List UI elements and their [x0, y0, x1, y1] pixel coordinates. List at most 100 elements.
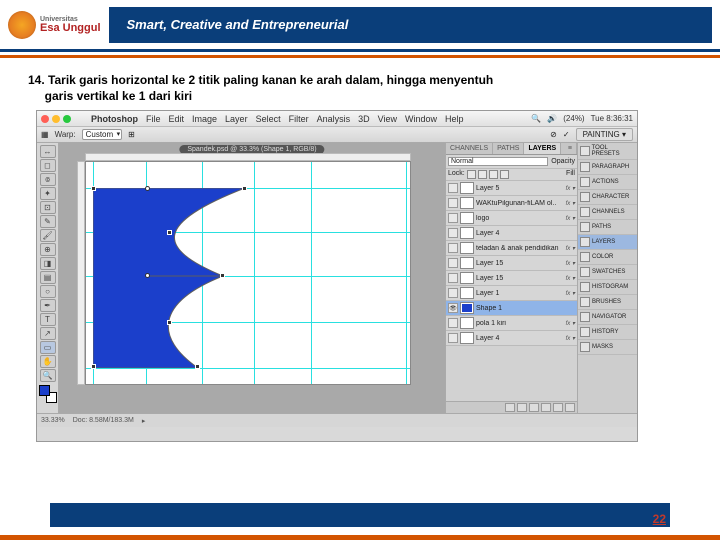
window-controls[interactable]	[41, 115, 71, 123]
layer-row[interactable]: Layer 1fx ▾	[446, 286, 577, 301]
layer-thumb[interactable]	[460, 332, 474, 344]
layer-row[interactable]: Layer 15fx ▾	[446, 256, 577, 271]
zoom-level[interactable]: 33.33%	[41, 417, 65, 424]
fx-badge[interactable]: fx ▾	[566, 320, 575, 327]
gradient-tool[interactable]: ▤	[40, 271, 56, 284]
layers-list[interactable]: Layer 5fx ▾WAKtuPilgunan-fiLAM ol..fx ▾l…	[446, 181, 577, 401]
fx-badge[interactable]: fx ▾	[566, 290, 575, 297]
anchor-point[interactable]	[242, 186, 247, 191]
layer-thumb[interactable]	[460, 197, 474, 209]
fg-color-swatch[interactable]	[39, 385, 50, 396]
ruler-horizontal[interactable]	[85, 153, 411, 161]
menu-window[interactable]: Window	[405, 114, 437, 124]
layer-row[interactable]: logofx ▾	[446, 211, 577, 226]
layer-row[interactable]: pola 1 kirifx ▾	[446, 316, 577, 331]
move-tool[interactable]: ↔	[40, 145, 56, 158]
layer-name[interactable]: Layer 1	[476, 290, 564, 297]
strip-channels[interactable]: CHANNELS	[578, 205, 637, 220]
minimize-icon[interactable]	[52, 115, 60, 123]
menu-photoshop[interactable]: Photoshop	[91, 114, 138, 124]
warp-select[interactable]: Custom	[82, 129, 123, 140]
layer-name[interactable]: pola 1 kiri	[476, 320, 564, 327]
visibility-icon[interactable]	[448, 183, 458, 193]
layer-row[interactable]: Layer 4	[446, 226, 577, 241]
layer-fx-icon[interactable]	[517, 403, 527, 412]
layer-thumb[interactable]	[460, 287, 474, 299]
layer-name[interactable]: Layer 15	[476, 275, 564, 282]
spotlight-icon[interactable]: 🔍	[531, 114, 541, 123]
stamp-tool[interactable]: ⊕	[40, 243, 56, 256]
menu-view[interactable]: View	[378, 114, 397, 124]
anchor-point[interactable]	[220, 273, 225, 278]
brush-tool[interactable]: 🖌	[40, 229, 56, 242]
link-layers-icon[interactable]	[505, 403, 515, 412]
ruler-vertical[interactable]	[77, 161, 85, 385]
tab-layers[interactable]: LAYERS	[524, 143, 561, 154]
menu-filter[interactable]: Filter	[289, 114, 309, 124]
color-swatches[interactable]	[39, 385, 57, 403]
lock-transparent-icon[interactable]	[467, 170, 476, 179]
layer-row[interactable]: Layer 15fx ▾	[446, 271, 577, 286]
strip-paths[interactable]: PATHS	[578, 220, 637, 235]
visibility-icon[interactable]	[448, 273, 458, 283]
layer-row[interactable]: Layer 5fx ▾	[446, 181, 577, 196]
volume-icon[interactable]: 🔊	[547, 114, 557, 123]
zoom-icon[interactable]	[63, 115, 71, 123]
menu-image[interactable]: Image	[192, 114, 217, 124]
warp-cancel-icon[interactable]: ⊘	[550, 130, 557, 139]
shape-tool[interactable]: ▭	[40, 341, 56, 354]
fx-badge[interactable]: fx ▾	[566, 335, 575, 342]
crop-tool[interactable]: ⊡	[40, 201, 56, 214]
visibility-icon[interactable]	[448, 258, 458, 268]
visibility-icon[interactable]	[448, 333, 458, 343]
strip-histogram[interactable]: HISTOGRAM	[578, 280, 637, 295]
marquee-tool[interactable]: ◻	[40, 159, 56, 172]
blur-tool[interactable]: ○	[40, 285, 56, 298]
strip-actions[interactable]: ACTIONS	[578, 175, 637, 190]
visibility-icon[interactable]: 👁	[448, 303, 458, 313]
blend-mode-select[interactable]: Normal	[448, 157, 548, 166]
layer-name[interactable]: Shape 1	[476, 305, 575, 312]
strip-brushes[interactable]: BRUSHES	[578, 295, 637, 310]
new-group-icon[interactable]	[541, 403, 551, 412]
layer-mask-icon[interactable]	[529, 403, 539, 412]
strip-tool-presets[interactable]: TOOL PRESETS	[578, 143, 637, 160]
strip-paragraph[interactable]: PARAGRAPH	[578, 160, 637, 175]
zoom-tool[interactable]: 🔍	[40, 369, 56, 382]
status-arrow-icon[interactable]: ▸	[142, 417, 146, 425]
eyedropper-tool[interactable]: ✎	[40, 215, 56, 228]
menu-select[interactable]: Select	[256, 114, 281, 124]
layer-name[interactable]: teladan & anak pendidikan	[476, 245, 564, 252]
layer-thumb[interactable]	[460, 212, 474, 224]
visibility-icon[interactable]	[448, 198, 458, 208]
guide-v[interactable]	[406, 162, 407, 384]
layer-row[interactable]: WAKtuPilgunan-fiLAM ol..fx ▾	[446, 196, 577, 211]
strip-swatches[interactable]: SWATCHES	[578, 265, 637, 280]
layer-row[interactable]: Layer 4fx ▾	[446, 331, 577, 346]
fx-badge[interactable]: fx ▾	[566, 200, 575, 207]
fx-badge[interactable]: fx ▾	[566, 275, 575, 282]
canvas[interactable]	[85, 161, 411, 385]
guide-h[interactable]	[86, 368, 410, 369]
layer-name[interactable]: WAKtuPilgunan-fiLAM ol..	[476, 200, 564, 207]
lock-pixels-icon[interactable]	[478, 170, 487, 179]
visibility-icon[interactable]	[448, 213, 458, 223]
warp-commit-icon[interactable]: ✓	[563, 130, 570, 139]
layer-name[interactable]: Layer 4	[476, 335, 564, 342]
guide-v[interactable]	[311, 162, 312, 384]
layer-thumb[interactable]	[460, 242, 474, 254]
type-tool[interactable]: T	[40, 313, 56, 326]
warp-orientation-icon[interactable]: ⊞	[128, 130, 135, 139]
new-layer-icon[interactable]	[553, 403, 563, 412]
wand-tool[interactable]: ✦	[40, 187, 56, 200]
fx-badge[interactable]: fx ▾	[566, 185, 575, 192]
layer-thumb[interactable]	[460, 302, 474, 314]
strip-character[interactable]: CHARACTER	[578, 190, 637, 205]
anchor-point[interactable]	[91, 364, 96, 369]
menu-analysis[interactable]: Analysis	[317, 114, 351, 124]
strip-navigator[interactable]: NAVIGATOR	[578, 310, 637, 325]
strip-masks[interactable]: MASKS	[578, 340, 637, 355]
fx-badge[interactable]: fx ▾	[566, 245, 575, 252]
visibility-icon[interactable]	[448, 318, 458, 328]
layer-thumb[interactable]	[460, 257, 474, 269]
